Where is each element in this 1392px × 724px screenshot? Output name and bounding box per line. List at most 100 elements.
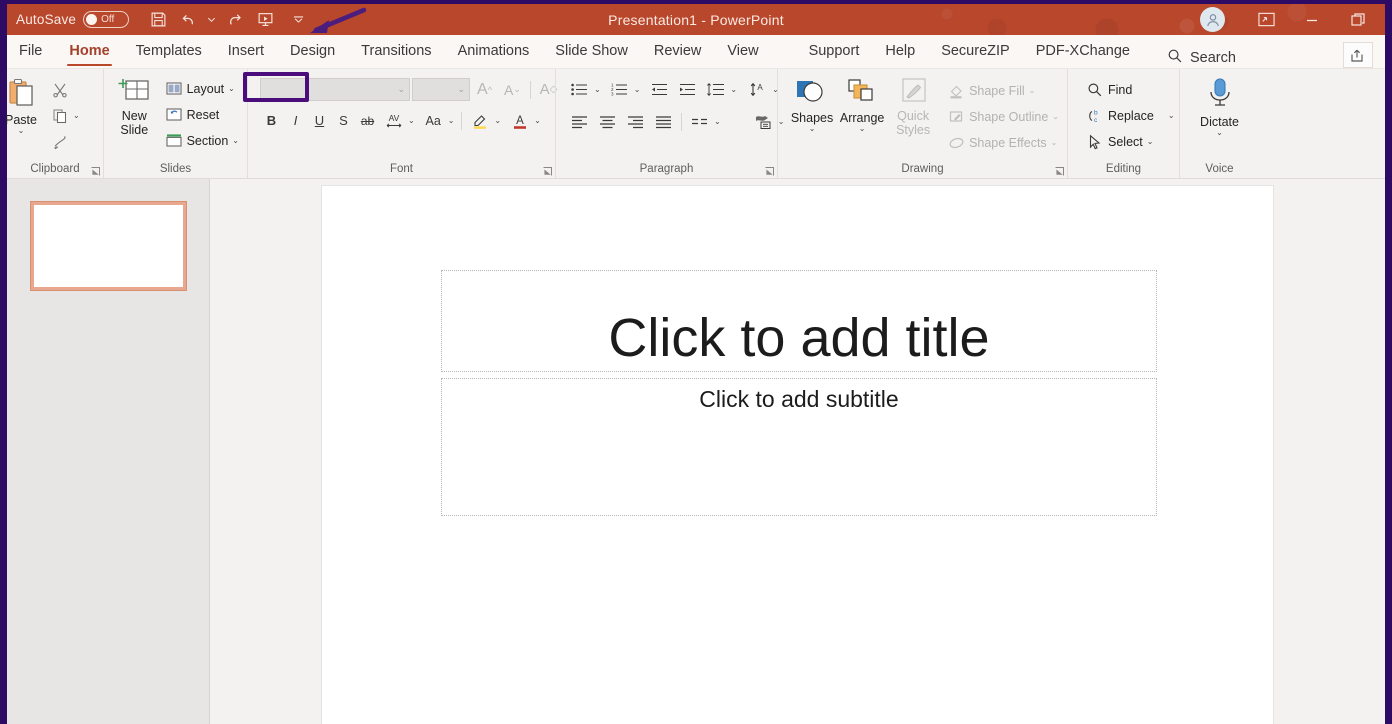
shape-fill-dropdown-icon[interactable]: ⌄	[1029, 86, 1036, 95]
bold-button[interactable]: B	[260, 109, 283, 132]
underline-button[interactable]: U	[308, 109, 331, 132]
shape-outline-dropdown-icon[interactable]: ⌄	[1052, 112, 1059, 121]
numbering-dropdown-icon[interactable]: ⌄	[634, 85, 641, 94]
tab-review[interactable]: Review	[641, 34, 715, 68]
font-color-button[interactable]: A	[506, 109, 533, 132]
columns-button[interactable]	[686, 110, 713, 133]
shapes-dropdown-icon[interactable]: ⌄	[809, 125, 816, 133]
subtitle-placeholder[interactable]: Click to add subtitle	[441, 378, 1157, 516]
slide-editing-pane[interactable]: Click to add title Click to add subtitle	[210, 179, 1385, 724]
replace-button[interactable]: bc Replace ⌄	[1082, 103, 1179, 128]
cut-button[interactable]	[47, 77, 84, 102]
dictate-dropdown-icon[interactable]: ⌄	[1216, 129, 1223, 137]
numbering-button[interactable]: 123	[606, 78, 633, 101]
redo-icon[interactable]	[220, 7, 250, 33]
ribbon-display-options-icon[interactable]	[1243, 4, 1289, 35]
autosave-toggle[interactable]: Off	[83, 11, 130, 28]
paste-button[interactable]: Paste ⌄	[0, 75, 47, 137]
restore-button[interactable]	[1335, 4, 1381, 35]
slide-thumbnail-1[interactable]	[29, 201, 187, 291]
tab-insert[interactable]: Insert	[215, 34, 277, 68]
decrease-font-size-button[interactable]: A ⌄	[499, 78, 526, 101]
tab-securezip[interactable]: SecureZIP	[928, 34, 1023, 68]
copy-button[interactable]: ⌄	[47, 103, 84, 128]
arrange-button[interactable]: Arrange ⌄	[837, 75, 887, 135]
change-case-button[interactable]: Aa	[420, 109, 447, 132]
font-size-input[interactable]: ⌄	[412, 78, 470, 101]
align-right-button[interactable]	[622, 110, 649, 133]
bullets-dropdown-icon[interactable]: ⌄	[594, 85, 601, 94]
character-spacing-button[interactable]: AV	[380, 109, 407, 132]
text-shadow-button[interactable]: S	[332, 109, 355, 132]
quick-styles-button[interactable]: Quick Styles	[887, 75, 939, 139]
slide-canvas[interactable]: Click to add title Click to add subtitle	[321, 185, 1274, 724]
shape-effects-button[interactable]: Shape Effects ⌄	[943, 130, 1063, 155]
select-dropdown-icon[interactable]: ⌄	[1147, 137, 1154, 146]
paragraph-dialog-launcher-icon[interactable]	[764, 164, 775, 176]
shape-effects-dropdown-icon[interactable]: ⌄	[1051, 138, 1058, 147]
tab-pdf-xchange[interactable]: PDF-XChange	[1023, 34, 1143, 68]
title-placeholder[interactable]: Click to add title	[441, 270, 1157, 372]
tab-animations[interactable]: Animations	[445, 34, 543, 68]
change-case-dropdown-icon[interactable]: ⌄	[448, 116, 455, 125]
share-icon[interactable]	[1343, 42, 1373, 68]
tab-file[interactable]: File	[7, 34, 56, 68]
tab-home[interactable]: Home	[56, 34, 122, 68]
tab-design[interactable]: Design	[277, 34, 348, 68]
italic-button[interactable]: I	[284, 109, 307, 132]
font-dialog-launcher-icon[interactable]	[542, 164, 553, 176]
copy-dropdown-icon[interactable]: ⌄	[73, 111, 80, 120]
paste-dropdown-icon[interactable]: ⌄	[18, 127, 25, 135]
slide-thumbnail-pane[interactable]	[7, 179, 210, 724]
tab-templates[interactable]: Templates	[123, 34, 215, 68]
decrease-indent-button[interactable]	[646, 78, 673, 101]
section-button[interactable]: Section ⌄	[161, 128, 243, 153]
justify-button[interactable]	[650, 110, 677, 133]
avatar[interactable]	[1200, 7, 1225, 32]
format-painter-button[interactable]	[47, 129, 84, 154]
shape-outline-button[interactable]: Shape Outline ⌄	[943, 104, 1063, 129]
replace-dropdown-icon[interactable]: ⌄	[1168, 111, 1175, 120]
shapes-button[interactable]: Shapes ⌄	[787, 75, 837, 135]
bullets-button[interactable]	[566, 78, 593, 101]
customize-qat-icon[interactable]	[290, 7, 307, 33]
shape-fill-button[interactable]: Shape Fill ⌄	[943, 78, 1063, 103]
line-spacing-dropdown-icon[interactable]: ⌄	[730, 85, 737, 94]
minimize-button[interactable]	[1289, 4, 1335, 35]
save-icon[interactable]	[143, 7, 173, 33]
section-dropdown-icon[interactable]: ⌄	[232, 136, 239, 145]
text-direction-button[interactable]: A	[744, 78, 771, 101]
dictate-button[interactable]: Dictate ⌄	[1190, 75, 1250, 139]
layout-button[interactable]: Layout ⌄	[161, 76, 243, 101]
drawing-dialog-launcher-icon[interactable]	[1054, 164, 1065, 176]
columns-dropdown-icon[interactable]: ⌄	[714, 117, 721, 126]
select-button[interactable]: Select ⌄	[1082, 129, 1179, 154]
undo-icon[interactable]	[173, 7, 203, 33]
layout-dropdown-icon[interactable]: ⌄	[228, 84, 235, 93]
text-highlight-color-button[interactable]	[466, 109, 493, 132]
reset-button[interactable]: Reset	[161, 102, 243, 127]
start-slideshow-icon[interactable]	[250, 7, 280, 33]
tab-help[interactable]: Help	[872, 34, 928, 68]
search-box[interactable]: Search	[1167, 48, 1236, 68]
tab-transitions[interactable]: Transitions	[348, 34, 444, 68]
align-left-button[interactable]	[566, 110, 593, 133]
font-name-input[interactable]: ⌄	[260, 78, 410, 101]
text-highlight-dropdown-icon[interactable]: ⌄	[494, 116, 501, 125]
character-spacing-dropdown-icon[interactable]: ⌄	[408, 116, 415, 125]
tab-view[interactable]: View	[714, 34, 771, 68]
increase-indent-button[interactable]	[674, 78, 701, 101]
tab-support[interactable]: Support	[796, 34, 873, 68]
line-spacing-button[interactable]	[702, 78, 729, 101]
find-button[interactable]: Find	[1082, 77, 1179, 102]
clipboard-dialog-launcher-icon[interactable]	[90, 164, 101, 176]
undo-dropdown-icon[interactable]	[203, 7, 220, 33]
new-slide-button[interactable]: New Slide	[108, 75, 161, 139]
arrange-dropdown-icon[interactable]: ⌄	[859, 125, 866, 133]
font-color-dropdown-icon[interactable]: ⌄	[534, 116, 541, 125]
tab-slide-show[interactable]: Slide Show	[542, 34, 641, 68]
strikethrough-button[interactable]: ab	[356, 109, 379, 132]
align-center-button[interactable]	[594, 110, 621, 133]
convert-to-smartart-button[interactable]	[750, 110, 777, 133]
increase-font-size-button[interactable]: A ^	[471, 78, 498, 101]
